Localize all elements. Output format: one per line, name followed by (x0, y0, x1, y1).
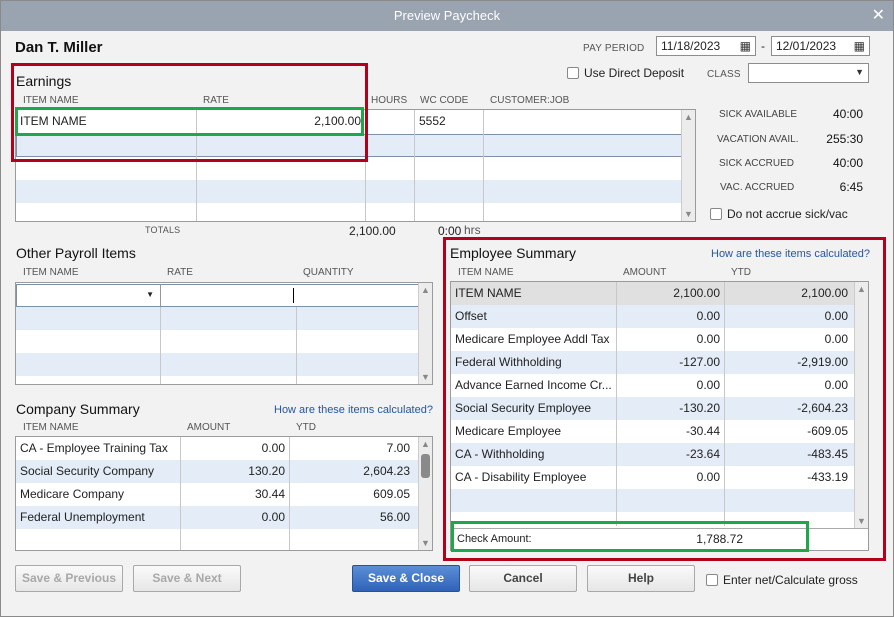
earnings-header-wc-code: WC CODE (420, 95, 469, 106)
sick-accrued-label: SICK ACCRUED (719, 158, 795, 169)
vac-accrued-label: VAC. ACCRUED (720, 182, 795, 193)
class-label: CLASS (707, 69, 741, 80)
company-amount-cell: 130.20 (248, 464, 285, 478)
other-header-rate: RATE (167, 267, 193, 278)
scroll-down-icon[interactable]: ▼ (421, 372, 430, 382)
company-amount-cell: 30.44 (254, 487, 285, 501)
vacation-available-label: VACATION AVAIL. (717, 134, 799, 145)
do-not-accrue-label: Do not accrue sick/vac (727, 207, 848, 221)
table-row[interactable] (16, 307, 419, 330)
totals-label: TOTALS (145, 225, 181, 235)
other-header-item: ITEM NAME (23, 267, 79, 278)
earnings-row-highlight-box (15, 107, 364, 136)
table-row[interactable] (16, 330, 419, 353)
table-row: Federal Unemployment 0.00 56.00 (16, 506, 419, 529)
chevron-down-icon[interactable]: ▼ (146, 290, 154, 299)
company-ytd-cell: 2,604.23 (363, 464, 410, 478)
company-item-cell: Federal Unemployment (20, 510, 145, 524)
do-not-accrue-checkbox[interactable] (710, 208, 722, 220)
enter-net-label: Enter net/Calculate gross (723, 573, 858, 587)
table-row: CA - Employee Training Tax 0.00 7.00 (16, 437, 419, 460)
check-amount-highlight-box (451, 521, 809, 552)
sick-accrued-value: 40:00 (832, 156, 863, 170)
other-payroll-grid: ▼ ▲ ▼ (15, 282, 433, 385)
pay-period-start-value: 11/18/2023 (661, 39, 721, 53)
company-ytd-cell: 609.05 (373, 487, 410, 501)
earnings-scrollbar[interactable]: ▲ ▼ (681, 110, 695, 221)
preview-paycheck-window: Preview Paycheck ✕ Dan T. Miller PAY PER… (0, 0, 894, 617)
direct-deposit-label: Use Direct Deposit (584, 66, 685, 80)
earnings-hours-cell[interactable] (366, 110, 414, 133)
table-row[interactable] (16, 180, 682, 203)
table-row: Medicare Company 30.44 609.05 (16, 483, 419, 506)
close-icon[interactable]: ✕ (872, 1, 885, 31)
company-amount-cell: 0.00 (261, 441, 285, 455)
scroll-thumb[interactable] (421, 454, 430, 478)
other-payroll-scrollbar[interactable]: ▲ ▼ (418, 283, 432, 384)
class-dropdown[interactable]: ▼ (748, 63, 869, 83)
table-row[interactable]: ▼ (16, 284, 419, 307)
earnings-job-cell[interactable] (484, 110, 674, 133)
company-calc-link[interactable]: How are these items calculated? (274, 404, 433, 416)
sick-available-label: SICK AVAILABLE (719, 109, 798, 120)
other-payroll-title: Other Payroll Items (16, 245, 136, 261)
cancel-button[interactable]: Cancel (469, 565, 577, 592)
pay-period-end-field[interactable]: 12/01/2023 ▦ (771, 36, 870, 56)
vac-accrued-value: 6:45 (839, 180, 863, 194)
company-item-cell: Medicare Company (20, 487, 125, 501)
company-summary-scrollbar[interactable]: ▲ ▼ (418, 437, 432, 550)
help-button[interactable]: Help (587, 565, 695, 592)
scroll-down-icon[interactable]: ▼ (421, 538, 430, 548)
other-header-quantity: QUANTITY (303, 267, 354, 278)
chevron-down-icon[interactable]: ▼ (855, 67, 864, 77)
company-item-cell: Social Security Company (20, 464, 155, 478)
employee-name: Dan T. Miller (15, 39, 103, 56)
sick-available-value: 40:00 (832, 107, 863, 121)
pay-period-label: PAY PERIOD (583, 43, 645, 54)
company-item-cell: CA - Employee Training Tax (20, 441, 168, 455)
pay-period-start-field[interactable]: 11/18/2023 ▦ (656, 36, 756, 56)
earnings-header-hours: HOURS (371, 95, 408, 106)
scroll-down-icon[interactable]: ▼ (684, 209, 693, 219)
table-row[interactable] (16, 353, 419, 376)
company-header-item: ITEM NAME (23, 422, 79, 433)
scroll-up-icon[interactable]: ▲ (421, 439, 430, 449)
pay-period-separator: - (761, 39, 765, 53)
save-next-button[interactable]: Save & Next (133, 565, 241, 592)
employee-summary-highlight-box (443, 237, 886, 561)
scroll-up-icon[interactable]: ▲ (421, 285, 430, 295)
text-cursor (293, 288, 294, 303)
vacation-available-value: 255:30 (826, 132, 863, 146)
pay-period-end-value: 12/01/2023 (776, 39, 837, 53)
company-ytd-cell: 7.00 (386, 441, 410, 455)
company-header-amount: AMOUNT (187, 422, 231, 433)
enter-net-checkbox[interactable] (706, 574, 718, 586)
totals-hours-unit: hrs (464, 223, 481, 237)
table-row: Social Security Company 130.20 2,604.23 (16, 460, 419, 483)
company-header-ytd: YTD (296, 422, 316, 433)
save-previous-button[interactable]: Save & Previous (15, 565, 123, 592)
title-bar: Preview Paycheck ✕ (1, 1, 893, 31)
save-close-button[interactable]: Save & Close (352, 565, 460, 592)
company-summary-title: Company Summary (16, 401, 140, 417)
direct-deposit-checkbox[interactable] (567, 67, 579, 79)
totals-hours: 0:00 (438, 224, 462, 238)
company-amount-cell: 0.00 (261, 510, 285, 524)
totals-rate: 2,100.00 (349, 224, 396, 238)
company-summary-grid: CA - Employee Training Tax 0.00 7.00 Soc… (15, 436, 433, 551)
earnings-header-customer-job: CUSTOMER:JOB (490, 95, 570, 106)
earnings-wc-cell[interactable]: 5552 (415, 110, 483, 133)
window-title: Preview Paycheck (393, 8, 501, 23)
company-ytd-cell: 56.00 (379, 510, 410, 524)
calendar-icon[interactable]: ▦ (740, 39, 751, 53)
scroll-up-icon[interactable]: ▲ (684, 112, 693, 122)
calendar-icon[interactable]: ▦ (854, 39, 865, 53)
other-item-dropdown[interactable]: ▼ (17, 285, 161, 306)
